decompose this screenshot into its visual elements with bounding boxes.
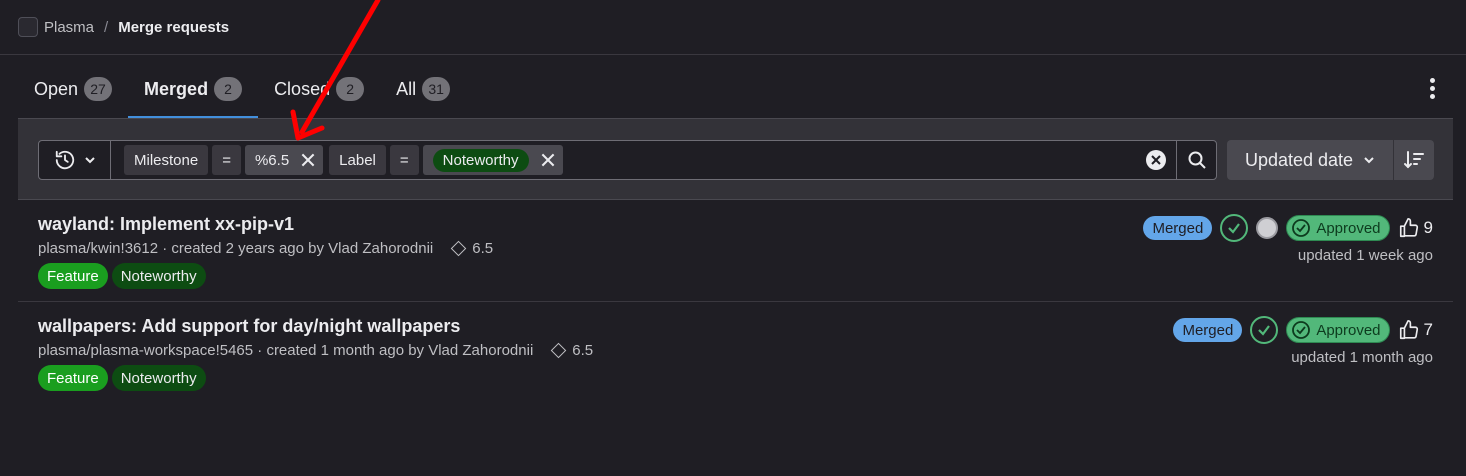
label-feature[interactable]: Feature (38, 365, 108, 391)
filtered-search[interactable]: Milestone = %6.5 Label = Noteworthy (38, 140, 1217, 180)
mr-updated-time: updated 1 week ago (1297, 247, 1433, 264)
approved-label: Approved (1316, 219, 1381, 237)
label-noteworthy[interactable]: Noteworthy (111, 365, 206, 391)
upvotes: 7 (1398, 319, 1433, 341)
mr-updated-time: updated 1 month ago (1291, 349, 1433, 366)
tab-all[interactable]: All 31 (380, 60, 466, 118)
tab-open[interactable]: Open 27 (18, 60, 128, 118)
tab-label: All (396, 78, 417, 99)
close-icon[interactable] (539, 151, 557, 169)
close-icon[interactable] (299, 151, 317, 169)
tab-count-badge: 2 (336, 77, 365, 101)
milestone-icon (450, 240, 467, 257)
sort-label: Updated date (1244, 149, 1354, 170)
milestone-link[interactable]: 6.5 (472, 240, 493, 257)
tab-label: Closed (274, 78, 331, 99)
mr-meta: plasma/plasma-workspace!5465 · created 1… (38, 342, 593, 359)
filter-bar: Milestone = %6.5 Label = Noteworthy Upda… (18, 118, 1453, 200)
mr-title-link[interactable]: wayland: Implement xx-pip-v1 (38, 214, 294, 235)
more-actions-icon[interactable] (1420, 76, 1444, 100)
project-avatar-icon[interactable] (18, 17, 38, 37)
tab-closed[interactable]: Closed 2 (258, 60, 380, 118)
chevron-down-icon (1364, 157, 1374, 164)
search-icon (1188, 151, 1206, 169)
token-field-label[interactable]: Label (329, 145, 386, 175)
token-value-label[interactable]: Noteworthy (422, 145, 563, 175)
token-operator[interactable]: = (389, 145, 419, 175)
assignee-avatar[interactable] (1256, 217, 1279, 239)
mr-reference: plasma/plasma-workspace!5465 (38, 342, 254, 359)
token-value-milestone[interactable]: %6.5 (244, 145, 324, 175)
mr-title-link[interactable]: wallpapers: Add support for day/night wa… (38, 316, 460, 337)
tab-merged[interactable]: Merged 2 (128, 60, 259, 118)
clear-search-button[interactable] (1136, 141, 1176, 179)
mr-reference: plasma/kwin!3612 (38, 240, 159, 257)
mr-meta: plasma/kwin!3612 · created 2 years ago b… (38, 240, 493, 257)
token-operator[interactable]: = (212, 145, 241, 175)
tab-label: Merged (144, 78, 209, 99)
approved-badge: Approved (1286, 215, 1390, 241)
thumbs-up-icon (1399, 218, 1418, 238)
label-noteworthy[interactable]: Noteworthy (111, 263, 206, 289)
mr-status-area: Merged Approved 7 (1173, 316, 1433, 344)
history-icon (55, 150, 74, 170)
milestone-icon (551, 342, 567, 359)
filter-tokens: Milestone = %6.5 Label = Noteworthy (111, 145, 1136, 175)
check-circle-icon (1292, 219, 1311, 237)
token-field-milestone[interactable]: Milestone (124, 145, 209, 175)
tab-count-badge: 27 (84, 77, 113, 101)
upvote-count: 7 (1423, 320, 1433, 339)
breadcrumb-current-page[interactable]: Merge requests (118, 19, 229, 36)
merge-request-row: wallpapers: Add support for day/night wa… (18, 303, 1453, 403)
state-tabs: Open 27 Merged 2 Closed 2 All 31 (18, 60, 466, 118)
pipeline-passed-icon[interactable] (1250, 316, 1279, 344)
search-history-button[interactable] (39, 141, 111, 179)
mr-status-area: Merged Approved 9 (1143, 214, 1433, 242)
merge-request-row: wayland: Implement xx-pip-v1 plasma/kwin… (18, 201, 1453, 302)
merged-status-badge: Merged (1143, 216, 1213, 240)
approved-badge: Approved (1286, 317, 1390, 343)
mr-labels: Feature Noteworthy (38, 263, 206, 289)
breadcrumb-project-link[interactable]: Plasma (44, 19, 94, 36)
tab-label: Open (34, 78, 79, 99)
approved-label: Approved (1316, 321, 1381, 339)
thumbs-up-icon (1399, 320, 1418, 340)
tab-count-badge: 2 (214, 77, 243, 101)
merged-status-badge: Merged (1173, 318, 1243, 342)
label-pill: Noteworthy (432, 148, 529, 172)
sort-direction-button[interactable] (1394, 140, 1434, 180)
sort-dropdown[interactable]: Updated date (1227, 140, 1393, 180)
label-feature[interactable]: Feature (38, 263, 108, 289)
pipeline-passed-icon[interactable] (1220, 214, 1249, 242)
breadcrumb-separator: / (104, 18, 109, 36)
mr-created-info: · created 2 years ago by Vlad Zahorodnii (158, 240, 434, 257)
sort-descending-icon (1404, 151, 1424, 169)
search-button[interactable] (1176, 141, 1216, 179)
check-circle-icon (1292, 321, 1311, 339)
breadcrumb: Plasma / Merge requests (18, 0, 229, 54)
token-value-text: %6.5 (254, 151, 290, 169)
clear-icon (1146, 150, 1166, 170)
mr-created-info: · created 1 month ago by Vlad Zahorodnii (253, 342, 534, 359)
chevron-down-icon (84, 157, 95, 164)
upvote-count: 9 (1423, 218, 1433, 237)
header-divider (0, 54, 1466, 55)
mr-labels: Feature Noteworthy (38, 365, 206, 391)
milestone-link[interactable]: 6.5 (572, 342, 593, 359)
tab-count-badge: 31 (422, 77, 451, 101)
upvotes: 9 (1398, 217, 1433, 239)
